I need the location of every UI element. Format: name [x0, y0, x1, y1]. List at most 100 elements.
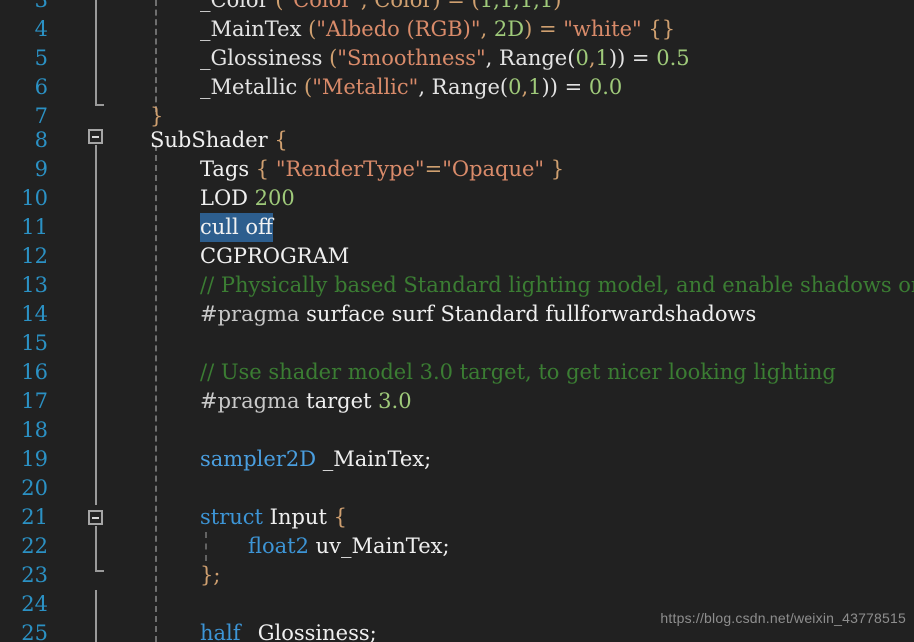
line-number: 16	[21, 360, 48, 384]
token-punct: , Color) = (	[360, 0, 480, 12]
token-punct: (	[268, 0, 284, 12]
code-line-12[interactable]: CGPROGRAM	[200, 242, 349, 271]
code-line-25[interactable]: half _Glossiness;	[200, 619, 377, 642]
token-brace: }	[150, 104, 164, 128]
token-number: 0	[575, 46, 589, 70]
code-line-17[interactable]: #pragma target 3.0	[200, 387, 412, 416]
token-string: "Smoothness"	[337, 46, 486, 70]
fold-line-properties	[95, 0, 97, 104]
token-string: "RenderType"	[275, 157, 425, 181]
token-identifier: Input	[262, 505, 334, 529]
token-type-2d: 2D	[493, 17, 525, 41]
code-line-13[interactable]: // Physically based Standard lighting mo…	[200, 271, 914, 300]
token-pragma-args: target	[299, 389, 379, 413]
code-line-22[interactable]: float2 uv_MainTex;	[248, 532, 450, 561]
token-string: "white"	[563, 17, 642, 41]
line-number: 3	[34, 0, 48, 12]
token-punct: ,	[588, 46, 596, 70]
selected-text-cull-off[interactable]: cull off	[200, 213, 273, 242]
code-editor-window: 3 4 5 6 7 8 9 10 11 12 13 14 15 16 17 18…	[0, 0, 914, 642]
token-number: 1	[595, 46, 609, 70]
token-type-float2: float2	[248, 534, 309, 558]
folding-column[interactable]	[88, 0, 104, 642]
line-number: 18	[21, 418, 48, 442]
code-line-14[interactable]: #pragma surface surf Standard fullforwar…	[200, 300, 756, 329]
code-line-8[interactable]: SubShader {	[150, 126, 288, 155]
token-punct: , Range(	[485, 46, 576, 70]
code-line-23[interactable]: };	[200, 561, 220, 590]
fold-elbow-struct-input	[95, 570, 104, 572]
token-punct: (	[322, 46, 338, 70]
token-brace: {	[267, 128, 288, 152]
code-line-3[interactable]: _Color ("Color", Color) = (1,1,1,1)	[200, 0, 561, 15]
token-string: "Albedo (RGB)"	[316, 17, 481, 41]
token-identifier: uv_MainTex;	[308, 534, 450, 558]
token-brace: };	[200, 563, 221, 587]
line-number: 19	[21, 447, 48, 471]
fold-toggle-struct-input[interactable]	[88, 510, 103, 525]
token-string: "Color"	[283, 0, 361, 12]
token-keyword-subshader: SubShader	[150, 128, 268, 152]
token-number: 1,1,1,1	[479, 0, 554, 12]
token-string: "Opaque"	[442, 157, 545, 181]
code-line-11[interactable]: cull off	[200, 213, 273, 242]
code-line-9[interactable]: Tags { "RenderType"="Opaque" }	[200, 155, 564, 184]
token-string: "Metallic"	[312, 75, 419, 99]
line-number: 10	[21, 186, 48, 210]
token-property-name: _Glossiness	[200, 46, 323, 70]
token-number: 0	[508, 75, 522, 99]
code-line-21[interactable]: struct Input {	[200, 503, 347, 532]
token-punct: ,	[480, 17, 494, 41]
line-number: 5	[34, 46, 48, 70]
token-brace: {	[333, 505, 347, 529]
line-number: 15	[21, 331, 48, 355]
indent-guide-level1	[155, 145, 157, 642]
token-punct: {}	[641, 17, 676, 41]
token-brace: {	[249, 157, 276, 181]
token-comment: // Physically based Standard lighting mo…	[200, 273, 914, 297]
token-punct: , Range(	[418, 75, 509, 99]
code-line-19[interactable]: sampler2D _MainTex;	[200, 445, 431, 474]
code-line-16[interactable]: // Use shader model 3.0 target, to get n…	[200, 358, 836, 387]
token-punct: (	[301, 17, 317, 41]
token-punct: ) =	[524, 17, 564, 41]
fold-elbow-properties	[95, 104, 104, 106]
token-preprocessor: #pragma	[200, 389, 300, 413]
token-keyword-cgprogram: CGPROGRAM	[200, 244, 350, 268]
code-line-4[interactable]: _MainTex ("Albedo (RGB)", 2D) = "white" …	[200, 15, 675, 44]
line-number: 20	[21, 476, 48, 500]
token-number: 1	[528, 75, 542, 99]
code-line-6[interactable]: _Metallic ("Metallic", Range(0,1)) = 0.0	[200, 73, 622, 102]
token-keyword-struct: struct	[200, 505, 263, 529]
token-punct: )) =	[541, 75, 589, 99]
code-line-5[interactable]: _Glossiness ("Smoothness", Range(0,1)) =…	[200, 44, 690, 73]
code-line-10[interactable]: LOD 200	[200, 184, 295, 213]
line-number: 12	[21, 244, 48, 268]
token-punct: =	[424, 157, 443, 181]
token-identifier: _Glossiness;	[240, 621, 377, 642]
token-brace: }	[544, 157, 565, 181]
line-number: 4	[34, 17, 48, 41]
line-number: 6	[34, 75, 48, 99]
token-pragma-args: surface surf Standard fullforwardshadows	[299, 302, 757, 326]
line-number: 9	[34, 157, 48, 181]
indent-guide-level2-struct	[205, 532, 207, 561]
token-punct: )) =	[608, 46, 657, 70]
fold-toggle-subshader[interactable]	[88, 129, 103, 144]
token-number: 0.0	[588, 75, 623, 99]
fold-line-struct-input	[95, 526, 97, 571]
line-number: 23	[21, 563, 48, 587]
token-keyword-tags: Tags	[200, 157, 250, 181]
token-preprocessor: #pragma	[200, 302, 300, 326]
token-property-name: _Metallic	[200, 75, 298, 99]
token-comment: // Use shader model 3.0 target, to get n…	[200, 360, 836, 384]
editor-surface[interactable]: 3 4 5 6 7 8 9 10 11 12 13 14 15 16 17 18…	[0, 0, 914, 642]
token-identifier: _MainTex;	[316, 447, 432, 471]
line-number: 25	[21, 621, 48, 642]
token-keyword-lod: LOD	[200, 186, 248, 210]
token-number: 3.0	[378, 389, 412, 413]
line-number: 22	[21, 534, 48, 558]
line-number: 21	[21, 505, 48, 529]
line-number: 24	[21, 592, 48, 616]
indent-guide-level1-top	[155, 0, 157, 112]
